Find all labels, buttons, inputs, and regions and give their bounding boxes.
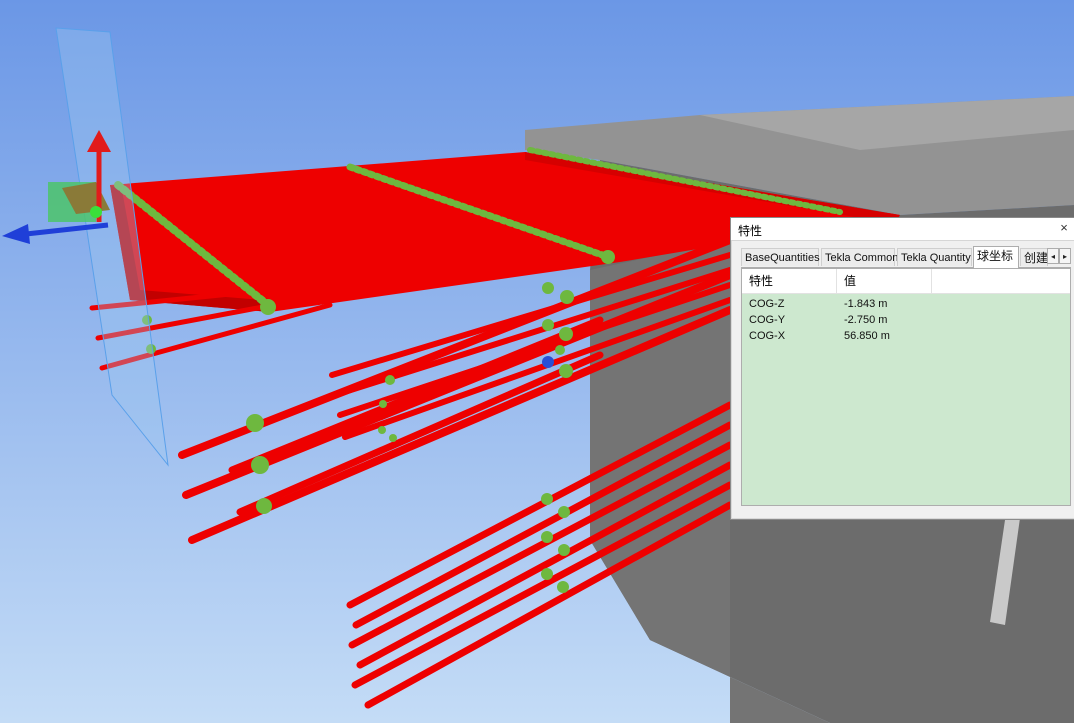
rebar-node[interactable] <box>541 531 553 543</box>
rebar-node[interactable] <box>541 493 553 505</box>
rebar-node[interactable] <box>557 581 569 593</box>
property-grid: 特性 值 COG-Z -1.843 m COG-Y -2.750 m COG-X… <box>741 268 1071 506</box>
table-row[interactable]: COG-Y -2.750 m <box>742 312 1070 328</box>
column-header-property[interactable]: 特性 <box>742 269 837 293</box>
rebar-node[interactable] <box>379 400 387 408</box>
property-value: 56.850 m <box>844 330 890 342</box>
tab-scroll-left-icon[interactable]: ◂ <box>1047 248 1059 264</box>
column-header-value[interactable]: 值 <box>837 269 932 293</box>
table-row[interactable]: COG-Z -1.843 m <box>742 296 1070 312</box>
rebar-node[interactable] <box>542 282 554 294</box>
rebar-node[interactable] <box>378 426 386 434</box>
close-icon[interactable]: × <box>1057 220 1071 236</box>
tab-spherical-coordinates[interactable]: 球坐标 <box>973 246 1019 268</box>
properties-dialog: 特性 × BaseQuantities Tekla Common Tekla Q… <box>730 217 1074 520</box>
rebar-node[interactable] <box>560 290 574 304</box>
rebar-node[interactable] <box>246 414 264 432</box>
property-name: COG-Z <box>749 298 785 310</box>
property-name: COG-X <box>749 330 786 342</box>
rebar-node[interactable] <box>251 456 269 474</box>
dialog-title-bar[interactable]: 特性 × <box>731 218 1074 241</box>
tab-tekla-quantity[interactable]: Tekla Quantity <box>897 248 972 266</box>
property-name: COG-Y <box>749 314 786 326</box>
rebar-node[interactable] <box>389 434 397 442</box>
rebar-node[interactable] <box>256 498 272 514</box>
rebar-node[interactable] <box>601 250 615 264</box>
tab-basequantities[interactable]: BaseQuantities <box>741 248 820 266</box>
grid-header: 特性 值 <box>742 269 1070 294</box>
selected-node[interactable] <box>542 356 554 368</box>
rebar-node[interactable] <box>555 345 565 355</box>
tab-tekla-common[interactable]: Tekla Common <box>821 248 898 266</box>
rebar-node[interactable] <box>541 568 553 580</box>
rebar-node[interactable] <box>542 319 554 331</box>
property-value: -2.750 m <box>844 314 888 326</box>
rebar-node[interactable] <box>559 327 573 341</box>
rebar-node[interactable] <box>385 375 395 385</box>
rebar-node[interactable] <box>558 506 570 518</box>
table-row[interactable]: COG-X 56.850 m <box>742 328 1070 344</box>
tab-create[interactable]: 创建 <box>1020 248 1048 266</box>
origin-point[interactable] <box>90 206 102 218</box>
property-set-tabs: BaseQuantities Tekla Common Tekla Quanti… <box>741 246 1071 268</box>
rebar-node[interactable] <box>260 299 276 315</box>
rebar-node[interactable] <box>558 544 570 556</box>
dialog-title: 特性 <box>738 224 763 238</box>
property-value: -1.843 m <box>844 298 888 310</box>
tab-scroll-right-icon[interactable]: ▸ <box>1059 248 1071 264</box>
rebar-node[interactable] <box>559 364 573 378</box>
